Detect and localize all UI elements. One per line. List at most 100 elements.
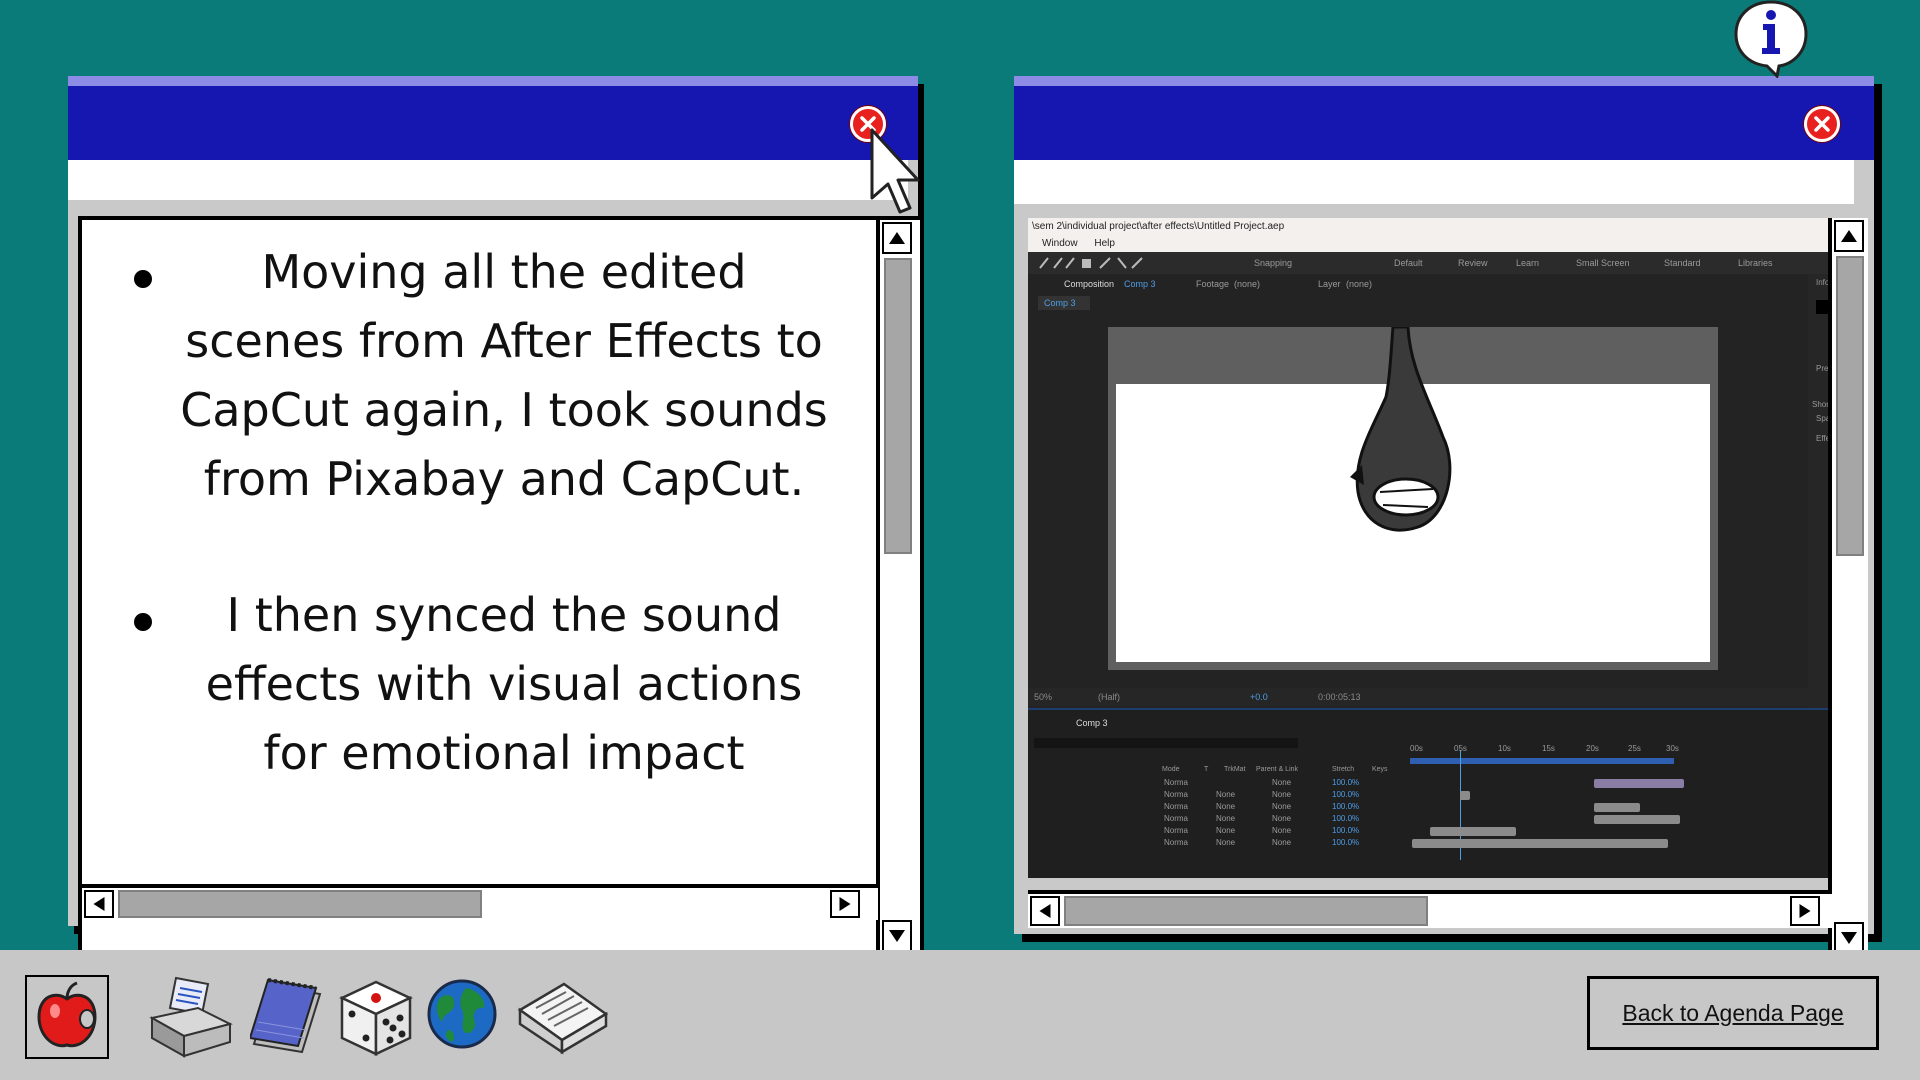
ae-timeline-tab: Comp 3 (1076, 718, 1108, 728)
ruler-20s: 20s (1586, 744, 1599, 753)
ae-layer-stretch: 100.0% (1332, 838, 1360, 847)
ae-layer-bar (1430, 827, 1516, 836)
arrow-down-icon (889, 930, 905, 942)
ruler-30s: 30s (1666, 744, 1679, 753)
scroll-thumb[interactable] (884, 258, 912, 554)
ae-timeline-search (1034, 738, 1298, 748)
ae-ws-default: Default (1394, 258, 1423, 268)
ae-tab-layer-value: (none) (1346, 279, 1373, 289)
left-vertical-scrollbar[interactable] (876, 220, 916, 960)
ae-layer-mode: Norma (1164, 826, 1189, 835)
ae-layer-mode: Norma (1164, 802, 1189, 811)
ae-ws-learn: Learn (1516, 258, 1540, 268)
scroll-up-button[interactable] (1834, 220, 1864, 252)
right-window-titlebar[interactable] (1014, 76, 1874, 160)
ae-layer-bar (1594, 779, 1684, 788)
ae-layer-stretch: 100.0% (1332, 826, 1360, 835)
start-button[interactable] (25, 975, 109, 1059)
ae-menu-window: Window (1042, 238, 1078, 249)
ae-col-t: T (1204, 766, 1209, 773)
info-bubble-button[interactable] (1733, 0, 1809, 83)
ae-ruler: 00s 05s 10s 15s 20s 25s 30s (1410, 744, 1679, 756)
ae-right-effe: Effe (1816, 434, 1828, 443)
bullet-dot (134, 613, 152, 631)
ae-layer-trkmat: None (1216, 802, 1236, 811)
ruler-25s: 25s (1628, 744, 1641, 753)
ae-layer-trkmat: None (1216, 790, 1236, 799)
ae-timecode: 0:00:05:13 (1318, 692, 1361, 702)
ae-col-mode: Mode (1162, 766, 1180, 773)
taskbar: Back to Agenda Page (0, 950, 1920, 1080)
ae-layer-parent: None (1272, 826, 1292, 835)
ae-tab-comp-name: Comp 3 (1124, 279, 1156, 289)
ae-toolbar: Snapping Default Review Learn Small Scre… (1028, 252, 1828, 274)
ae-layer-row: Norma None None 100.0% (1028, 790, 1828, 801)
scroll-right-button[interactable] (830, 890, 860, 918)
globe-icon[interactable] (426, 978, 498, 1055)
ae-layer-bar (1412, 839, 1668, 848)
ae-layer-trkmat: None (1216, 838, 1236, 847)
ae-tab-layer: Layer (1318, 279, 1341, 289)
right-close-button[interactable] (1804, 106, 1840, 142)
ae-ws-small-screen: Small Screen (1576, 258, 1630, 268)
ae-layer-parent: None (1272, 790, 1292, 799)
left-horizontal-scrollbar[interactable] (82, 884, 878, 920)
ae-col-parent: Parent & Link (1256, 766, 1299, 773)
ae-tab-composition: Composition (1064, 279, 1115, 289)
after-effects-screenshot: \sem 2\individual project\after effects\… (1028, 218, 1828, 878)
arrow-up-icon (1841, 230, 1857, 242)
ae-layer-bar (1460, 791, 1470, 800)
ae-layer-row: Norma None None 100.0% (1028, 802, 1828, 813)
right-vertical-scrollbar[interactable] (1828, 218, 1868, 968)
bullet-text-2: I then synced the sound effects with vis… (205, 588, 803, 780)
ae-layer-mode: Norma (1164, 814, 1189, 823)
back-to-agenda-button[interactable]: Back to Agenda Page (1587, 976, 1879, 1050)
ae-col-keys: Keys (1372, 766, 1388, 773)
ae-zoom: 50% (1034, 692, 1053, 702)
ae-layer-trkmat: None (1216, 814, 1236, 823)
ae-layer-trkmat: None (1216, 826, 1236, 835)
info-icon (1734, 0, 1808, 80)
ruler-10s: 10s (1498, 744, 1511, 753)
ae-comp-subtab: Comp 3 (1038, 296, 1090, 310)
left-window-titlebar[interactable] (68, 76, 918, 160)
ruler-15s: 15s (1542, 744, 1555, 753)
typewriter-icon[interactable] (514, 980, 610, 1061)
scroll-down-button[interactable] (882, 920, 912, 952)
dice-icon[interactable] (338, 978, 414, 1063)
ae-layer-row: Norma None None 100.0% (1028, 826, 1828, 837)
ae-col-headers: Mode T TrkMat Parent & Link Stretch Keys (1028, 766, 1828, 776)
ae-layer-stretch: 100.0% (1332, 778, 1360, 787)
ae-panel-tabs: Composition Comp 3 Footage (none) Layer … (1028, 274, 1808, 294)
ae-layer-stretch: 100.0% (1332, 814, 1360, 823)
arrow-left-icon (1039, 904, 1051, 918)
ae-tab-footage-value: (none) (1234, 279, 1261, 289)
scroll-right-button[interactable] (1790, 896, 1820, 926)
bullet-dot (134, 270, 152, 288)
ae-tool-icons (1039, 257, 1143, 269)
notepad-icon[interactable] (248, 976, 324, 1063)
ae-layer-row: Norma None 100.0% (1028, 778, 1828, 789)
scroll-up-button[interactable] (882, 222, 912, 254)
right-horizontal-scrollbar[interactable] (1028, 890, 1832, 928)
ae-menu-bar: Window Help (1028, 236, 1828, 252)
ae-viewer-status: 50% (Half) +0.0 0:00:05:13 (1028, 688, 1808, 706)
ae-layer-mode: Norma (1164, 778, 1189, 787)
right-window-strip (1014, 160, 1854, 204)
ae-right-panel: Info Pre Shor Spa Effe (1808, 274, 1828, 774)
scroll-left-button[interactable] (84, 890, 114, 918)
ae-layer-parent: None (1272, 778, 1292, 787)
printer-icon[interactable] (146, 974, 234, 1063)
ae-layer-bar (1594, 815, 1680, 824)
ae-right-info: Info (1816, 278, 1828, 287)
arrow-right-icon (1799, 904, 1811, 918)
ae-layer-mode: Norma (1164, 838, 1189, 847)
scroll-thumb-horizontal[interactable] (118, 890, 482, 918)
ae-col-stretch: Stretch (1332, 766, 1355, 773)
left-window-strip (68, 160, 908, 200)
scroll-thumb-horizontal[interactable] (1064, 896, 1428, 926)
arrow-down-icon (1841, 932, 1857, 944)
scroll-thumb[interactable] (1836, 256, 1864, 556)
scroll-left-button[interactable] (1030, 896, 1060, 926)
ae-layer-parent: None (1272, 814, 1292, 823)
